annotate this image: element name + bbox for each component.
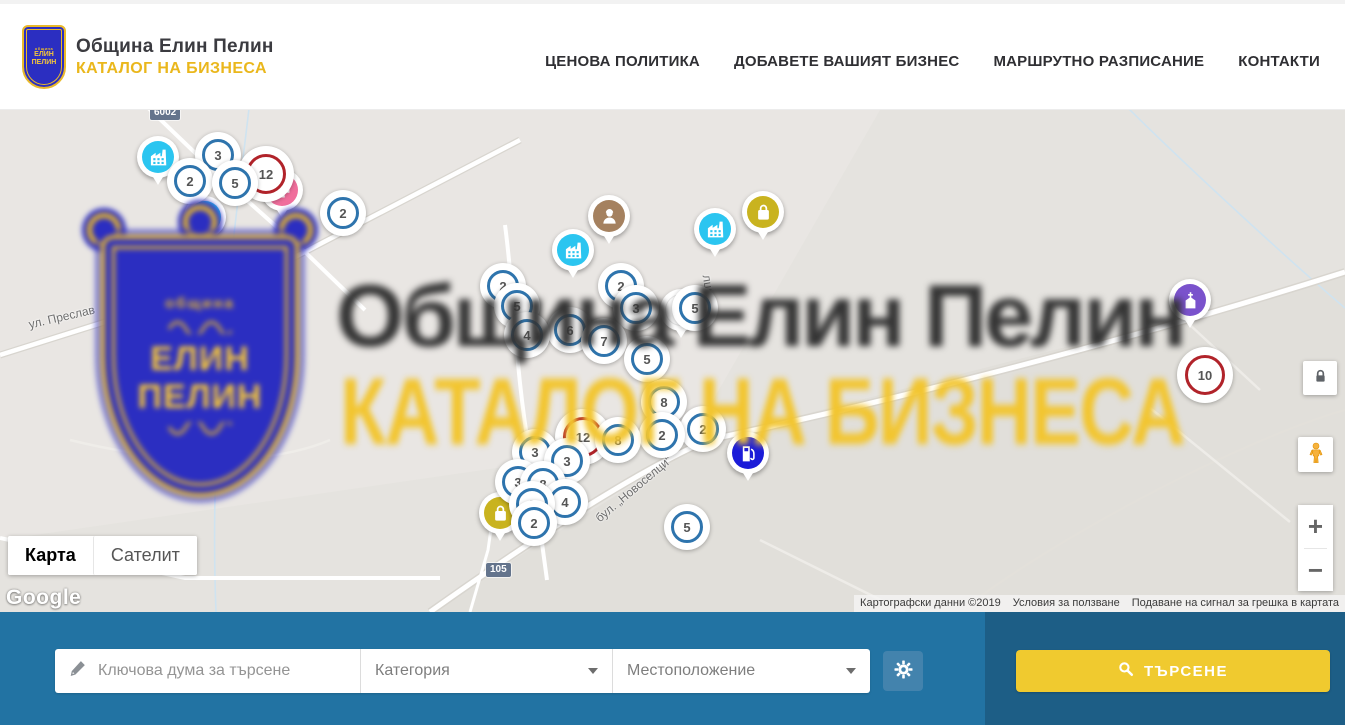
cluster-count: 5 (513, 299, 520, 314)
map-cluster-marker[interactable]: 8 (595, 417, 641, 463)
map-cluster-marker[interactable]: 7 (581, 318, 627, 364)
map-pin-fuel[interactable] (727, 432, 769, 474)
shopping-bag-icon (747, 196, 779, 228)
nav-item-transport-schedule[interactable]: МАРШРУТНО РАЗПИСАНИЕ (993, 53, 1204, 70)
advanced-settings-button[interactable] (883, 651, 923, 691)
site-subtitle: КАТАЛОГ НА БИЗНЕСА (76, 60, 274, 78)
fuel-icon (732, 437, 764, 469)
cluster-count: 7 (600, 334, 607, 349)
site-header: община ЕЛИНПЕЛИН Община Елин Пелин КАТАЛ… (0, 0, 1345, 110)
map-cluster-marker[interactable]: 2 (320, 190, 366, 236)
google-logo[interactable]: Google (6, 586, 81, 610)
cluster-count: 3 (632, 301, 639, 316)
main-nav: ЦЕНОВА ПОЛИТИКА ДОБАВЕТЕ ВАШИЯТ БИЗНЕС МАР… (545, 43, 1320, 70)
report-error-link[interactable]: Подаване на сигнал за грешка в картата (1126, 595, 1345, 612)
search-icon (1118, 661, 1134, 681)
cluster-count: 8 (614, 433, 621, 448)
pegman-icon (1305, 442, 1327, 467)
cluster-count: 5 (683, 520, 690, 535)
map-type-button-satellite[interactable]: Сателит (93, 536, 197, 575)
site-title: Община Елин Пелин (76, 36, 274, 58)
location-select[interactable]: Местоположение (612, 649, 870, 693)
cluster-count: 2 (658, 428, 665, 443)
map-cluster-marker[interactable]: 10 (1177, 347, 1233, 403)
church-icon (1174, 284, 1206, 316)
map-attribution: Картографски данни ©2019Условия за ползв… (854, 595, 1345, 612)
map-pin-factory[interactable] (694, 208, 736, 250)
factory-icon (189, 201, 221, 233)
attribution-copyright: Картографски данни ©2019 (854, 595, 1007, 612)
map-pin-worker[interactable] (588, 195, 630, 237)
map-cluster-marker[interactable]: 5 (672, 285, 718, 331)
search-bar: Категория Местоположение ТЪРСЕНЕ (0, 612, 1345, 725)
cluster-count: 2 (186, 174, 193, 189)
cluster-count: 3 (563, 454, 570, 469)
map-cluster-marker[interactable]: 2 (167, 158, 213, 204)
street-view-pegman-button[interactable] (1298, 437, 1333, 472)
cluster-count: 3 (531, 445, 538, 460)
search-group: Категория Местоположение (55, 649, 870, 693)
cluster-count: 2 (339, 206, 346, 221)
keyword-input[interactable] (98, 662, 348, 680)
map-lock-button[interactable] (1303, 361, 1337, 395)
zoom-out-button[interactable]: − (1298, 549, 1333, 592)
cluster-count: 5 (643, 352, 650, 367)
cluster-count: 8 (660, 395, 667, 410)
zoom-in-button[interactable]: + (1298, 505, 1333, 548)
search-submit-panel: ТЪРСЕНЕ (985, 612, 1345, 725)
map-type-control: КартаСателит (8, 536, 197, 575)
factory-icon (557, 234, 589, 266)
pencil-icon (69, 660, 98, 682)
map-cluster-marker[interactable]: 2 (680, 406, 726, 452)
factory-icon (142, 141, 174, 173)
logo-name: ЕЛИНПЕЛИН (32, 51, 57, 67)
lock-icon (1313, 369, 1328, 387)
map-type-button-map[interactable]: Карта (8, 536, 93, 575)
map-markers: 3122522253564751082212833384325 (0, 110, 1345, 612)
search-button[interactable]: ТЪРСЕНЕ (1016, 650, 1330, 692)
map-cluster-marker[interactable]: 4 (504, 312, 550, 358)
chevron-down-icon (588, 668, 598, 674)
map-cluster-marker[interactable]: 5 (624, 336, 670, 382)
map-cluster-marker[interactable]: 5 (664, 504, 710, 550)
cluster-count: 12 (259, 167, 273, 182)
map-cluster-marker[interactable]: 2 (511, 500, 557, 546)
cluster-count: 6 (566, 323, 573, 338)
map-canvas[interactable]: ул. Преславбул. „Новоселци“лци 6002105 3… (0, 110, 1345, 612)
map-pin-shopping-bag[interactable] (742, 191, 784, 233)
cluster-count: 10 (1198, 368, 1212, 383)
cluster-count: 2 (699, 422, 706, 437)
brand[interactable]: община ЕЛИНПЕЛИН Община Елин Пелин КАТАЛ… (22, 25, 274, 89)
map-cluster-marker[interactable]: 5 (212, 160, 258, 206)
terms-link[interactable]: Условия за ползване (1007, 595, 1126, 612)
map-cluster-marker[interactable]: 2 (639, 412, 685, 458)
keyword-field[interactable] (55, 649, 360, 693)
cluster-count: 4 (561, 495, 568, 510)
chevron-down-icon (846, 668, 856, 674)
nav-item-contacts[interactable]: КОНТАКТИ (1238, 53, 1320, 70)
cluster-count: 2 (530, 516, 537, 531)
cluster-count: 5 (691, 301, 698, 316)
worker-icon (593, 200, 625, 232)
category-select[interactable]: Категория (360, 649, 612, 693)
municipality-logo: община ЕЛИНПЕЛИН (22, 25, 66, 89)
zoom-control: + − (1298, 505, 1333, 591)
map-pin-church[interactable] (1169, 279, 1211, 321)
nav-item-add-business[interactable]: ДОБАВЕТЕ ВАШИЯТ БИЗНЕС (734, 53, 959, 70)
gear-icon (894, 660, 913, 682)
factory-icon (699, 213, 731, 245)
nav-item-pricing[interactable]: ЦЕНОВА ПОЛИТИКА (545, 53, 700, 70)
cluster-count: 3 (214, 148, 221, 163)
cluster-count: 5 (231, 176, 238, 191)
cluster-count: 4 (523, 328, 530, 343)
map-pin-factory[interactable] (552, 229, 594, 271)
